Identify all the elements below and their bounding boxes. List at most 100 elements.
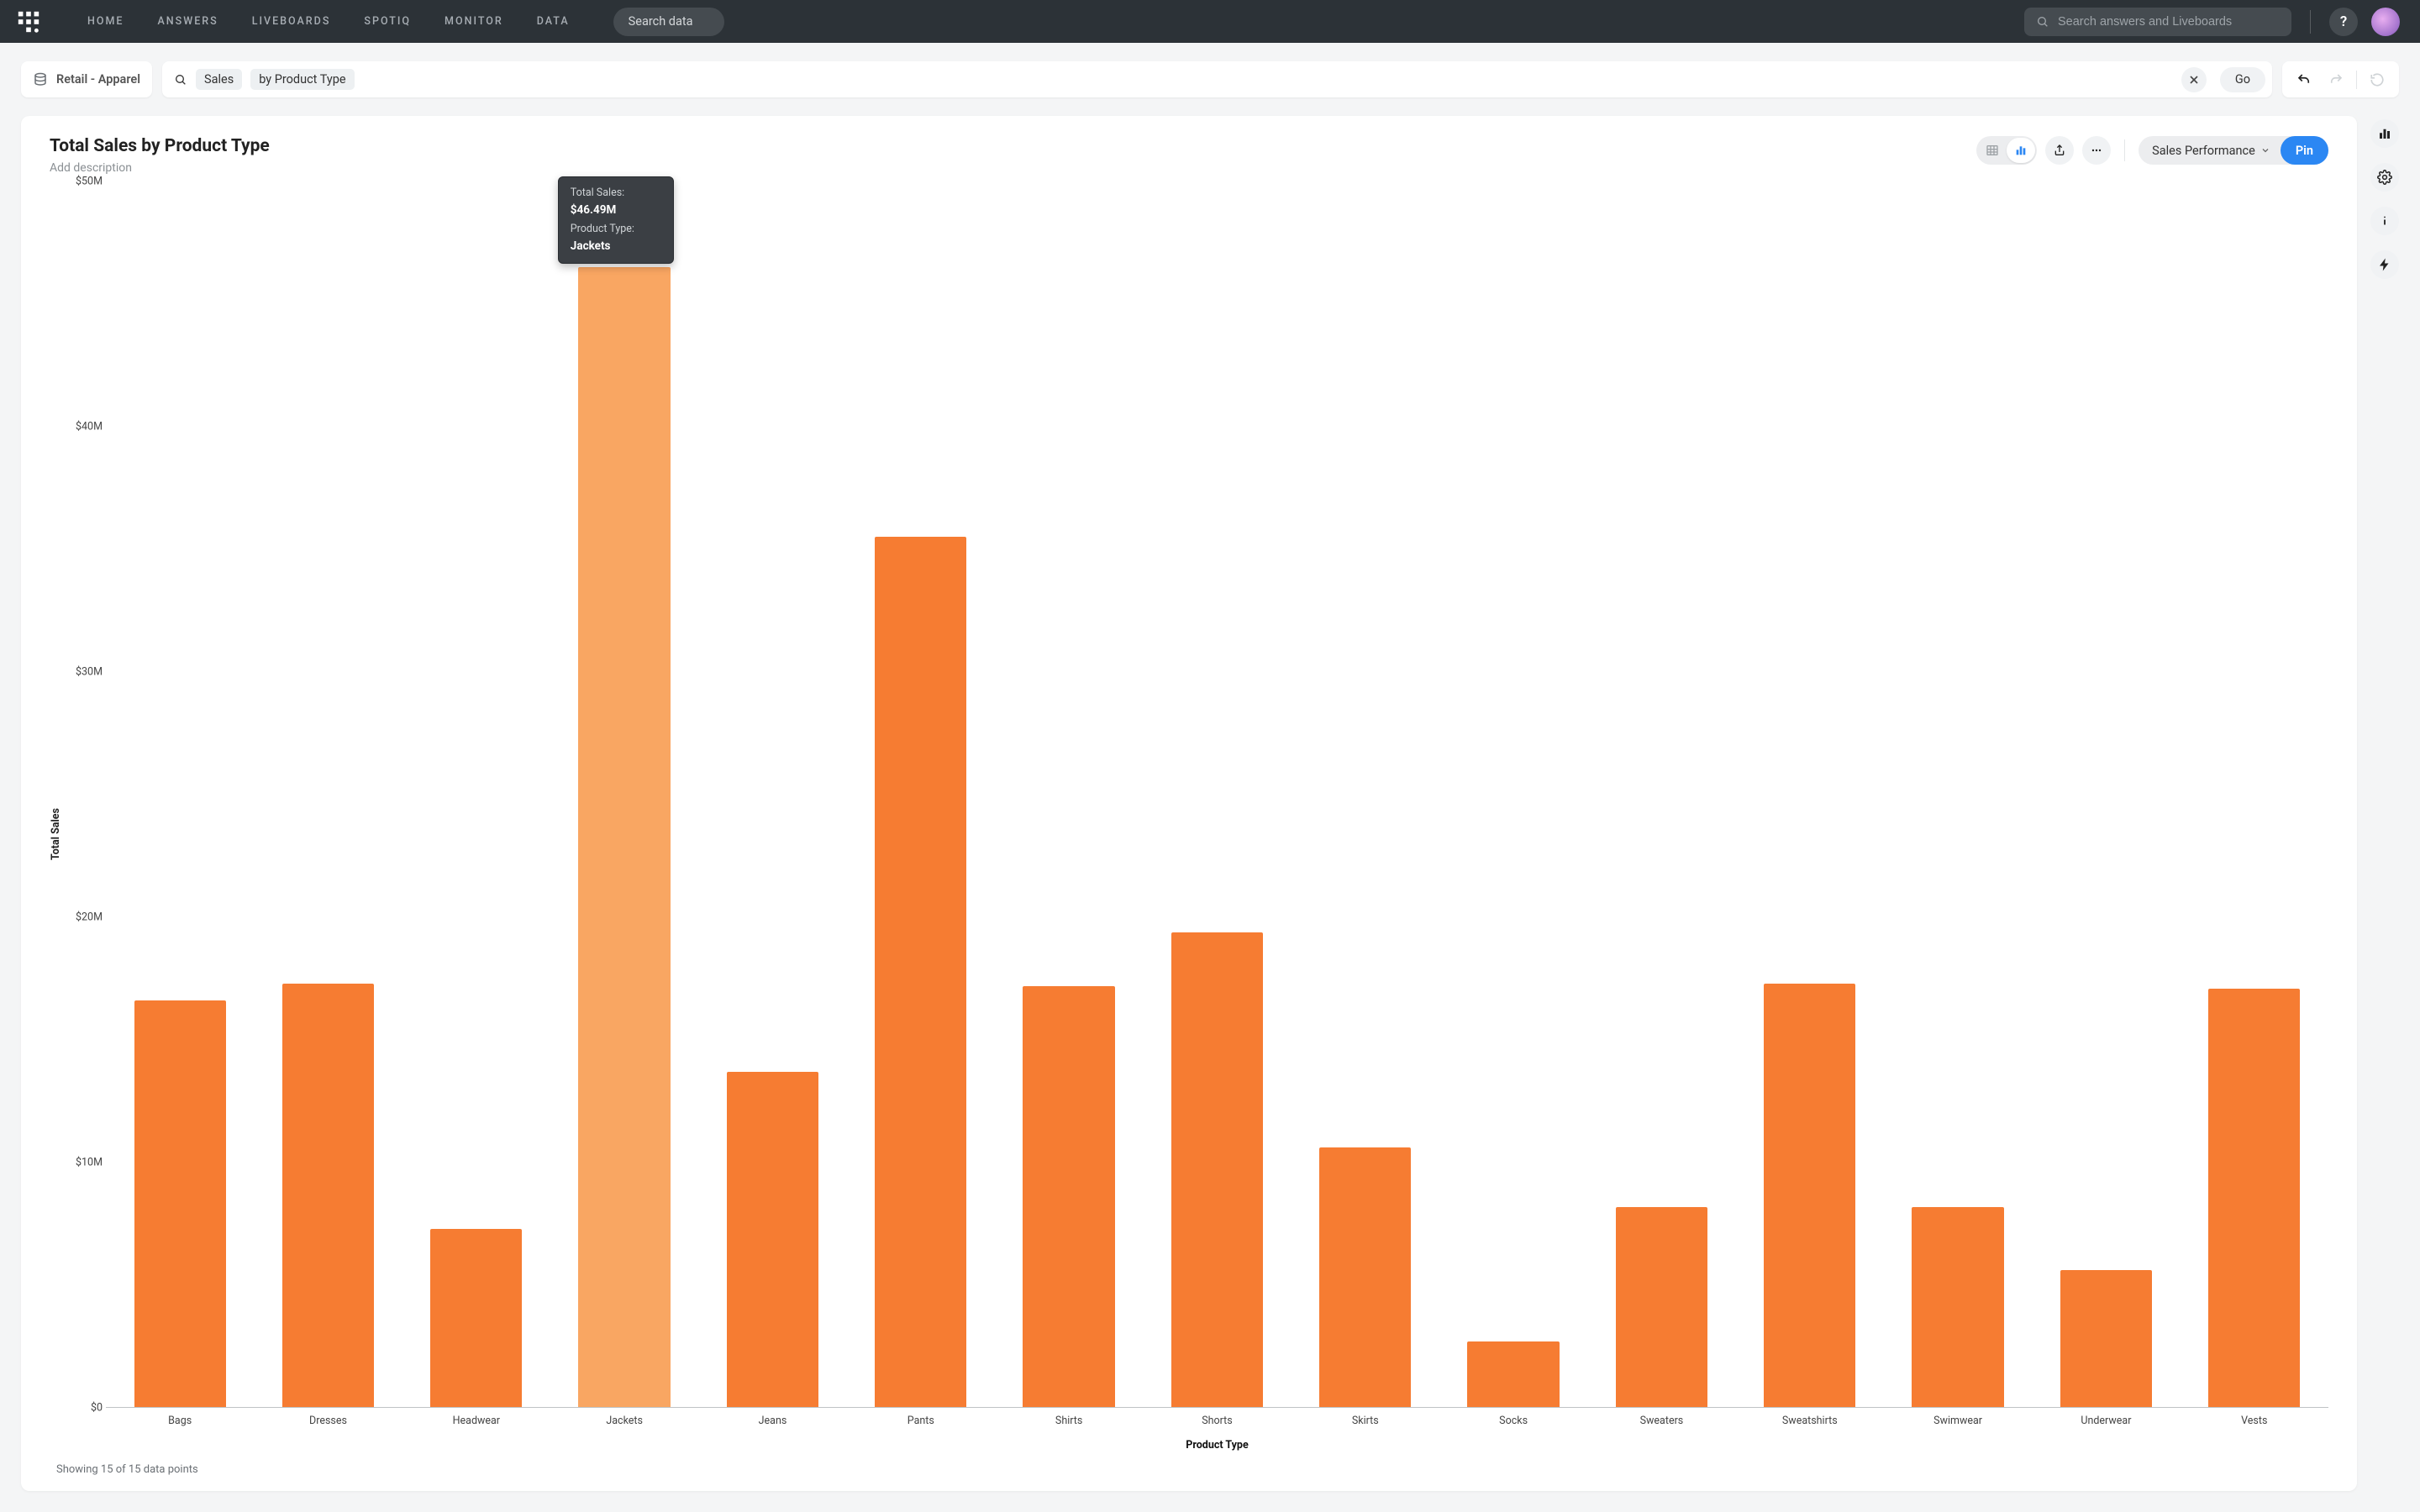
main-area: Total Sales by Product Type Add descript… <box>0 116 2420 1512</box>
bar-slot[interactable] <box>106 181 254 1408</box>
tooltip-dim-value: Jackets <box>571 238 661 255</box>
bar-swimwear[interactable] <box>1912 1207 2003 1408</box>
redo-button[interactable] <box>2321 66 2351 94</box>
chart-plot[interactable]: Total Sales: $46.49M Product Type: Jacke… <box>62 175 2328 1408</box>
x-tick-label: Shorts <box>1143 1408 1291 1427</box>
chart-icon <box>2014 144 2028 157</box>
spotiq-button[interactable] <box>2370 250 2399 279</box>
bar-vests[interactable] <box>2208 989 2300 1408</box>
bar-slot[interactable] <box>847 181 995 1408</box>
x-tick-label: Jackets <box>550 1408 698 1427</box>
chart-title: Total Sales by Product Type <box>50 136 1976 156</box>
bar-underwear[interactable] <box>2060 1270 2152 1408</box>
nav-data[interactable]: Data <box>520 0 587 43</box>
search-icon <box>2036 15 2049 29</box>
bar-sweaters[interactable] <box>1616 1207 1707 1408</box>
bar-socks[interactable] <box>1467 1341 1559 1408</box>
settings-button[interactable] <box>2370 163 2399 192</box>
liveboard-selector[interactable]: Sales Performance <box>2139 144 2281 158</box>
nav-answers[interactable]: Answers <box>140 0 234 43</box>
chart-zone: Total Sales Total Sales: $46.49M Product… <box>50 175 2328 1452</box>
bar-slot[interactable] <box>698 181 846 1408</box>
clear-query-button[interactable] <box>2181 67 2207 92</box>
x-tick-label: Sweaters <box>1587 1408 1735 1427</box>
global-search[interactable] <box>2024 8 2291 36</box>
chart-icon <box>2377 126 2392 141</box>
bar-shorts[interactable] <box>1171 932 1263 1408</box>
bar-slot[interactable] <box>254 181 402 1408</box>
query-token-product-type[interactable]: by Product Type <box>250 69 354 90</box>
description-placeholder[interactable]: Add description <box>50 161 1976 175</box>
bar-slot[interactable] <box>402 181 550 1408</box>
pin-group: Sales Performance Pin <box>2139 136 2328 165</box>
x-tick-label: Vests <box>2181 1408 2328 1427</box>
bar-slot[interactable] <box>995 181 1143 1408</box>
bar-slot[interactable] <box>2032 181 2180 1408</box>
more-icon <box>2090 144 2103 157</box>
share-icon <box>2053 144 2066 157</box>
pin-button[interactable]: Pin <box>2281 136 2328 165</box>
x-tick-label: Headwear <box>402 1408 550 1427</box>
go-button[interactable]: Go <box>2220 67 2265 92</box>
info-button[interactable] <box>2370 207 2399 235</box>
x-axis-label: Product Type <box>106 1439 2328 1452</box>
bar-slot[interactable] <box>1292 181 1439 1408</box>
nav-spotiq[interactable]: SpotIQ <box>347 0 428 43</box>
nav-links: Home Answers Liveboards SpotIQ Monitor D… <box>71 0 587 43</box>
lightning-icon <box>2377 257 2392 272</box>
bar-slot[interactable] <box>1884 181 2032 1408</box>
tooltip-dim-label: Product Type: <box>571 223 634 235</box>
view-toggle <box>1976 136 2037 165</box>
bar-slot[interactable] <box>1736 181 1884 1408</box>
configure-chart-button[interactable] <box>2370 119 2399 148</box>
bar-jeans[interactable] <box>727 1072 818 1408</box>
global-search-input[interactable] <box>2058 15 2280 29</box>
bar-headwear[interactable] <box>430 1229 522 1408</box>
data-source-chip[interactable]: Retail - Apparel <box>21 61 152 97</box>
bar-shirts[interactable] <box>1023 986 1114 1408</box>
nav-liveboards[interactable]: Liveboards <box>235 0 348 43</box>
search-data-button[interactable]: Search data <box>613 8 724 36</box>
bar-slot[interactable] <box>1587 181 1735 1408</box>
chart-view-button[interactable] <box>2007 138 2035 163</box>
query-bar[interactable]: Sales by Product Type Go <box>162 61 2272 97</box>
bar-sweatshirts[interactable] <box>1764 984 1855 1408</box>
help-button[interactable]: ? <box>2329 8 2358 36</box>
nav-home[interactable]: Home <box>71 0 140 43</box>
bar-slot[interactable] <box>1439 181 1587 1408</box>
undo-button[interactable] <box>2289 66 2319 94</box>
bar-slot[interactable] <box>550 181 698 1408</box>
x-tick-label: Pants <box>847 1408 995 1427</box>
app-logo[interactable] <box>13 7 44 37</box>
user-avatar[interactable] <box>2371 8 2400 36</box>
reset-button[interactable] <box>2362 66 2392 94</box>
share-button[interactable] <box>2045 136 2074 165</box>
bar-pants[interactable] <box>875 537 966 1408</box>
bar-skirts[interactable] <box>1319 1147 1411 1408</box>
query-token-sales[interactable]: Sales <box>196 69 242 90</box>
bar-jackets[interactable] <box>578 267 670 1408</box>
reset-icon <box>2370 72 2385 87</box>
y-tick-label: $10M <box>62 1157 103 1169</box>
table-view-button[interactable] <box>1978 138 2007 163</box>
y-tick-label: $20M <box>62 911 103 924</box>
x-tick-label: Swimwear <box>1884 1408 2032 1427</box>
bar-slot[interactable] <box>1143 181 1291 1408</box>
y-tick-label: $50M <box>62 176 103 188</box>
y-tick-label: $40M <box>62 421 103 433</box>
x-tick-label: Dresses <box>254 1408 402 1427</box>
y-tick-label: $30M <box>62 666 103 679</box>
liveboard-selector-label: Sales Performance <box>2152 144 2255 158</box>
bar-slot[interactable] <box>2181 181 2328 1408</box>
bar-dresses[interactable] <box>282 984 374 1408</box>
toolbar-separator <box>2124 139 2125 161</box>
data-point-count: Showing 15 of 15 data points <box>56 1463 2328 1476</box>
history-box <box>2282 61 2399 97</box>
tooltip-metric-label: Total Sales: <box>571 186 624 199</box>
bar-bags[interactable] <box>134 1000 226 1408</box>
more-button[interactable] <box>2082 136 2111 165</box>
top-nav: Home Answers Liveboards SpotIQ Monitor D… <box>0 0 2420 43</box>
right-rail <box>2370 116 2399 1491</box>
nav-monitor[interactable]: Monitor <box>428 0 520 43</box>
table-icon <box>1986 144 1999 157</box>
